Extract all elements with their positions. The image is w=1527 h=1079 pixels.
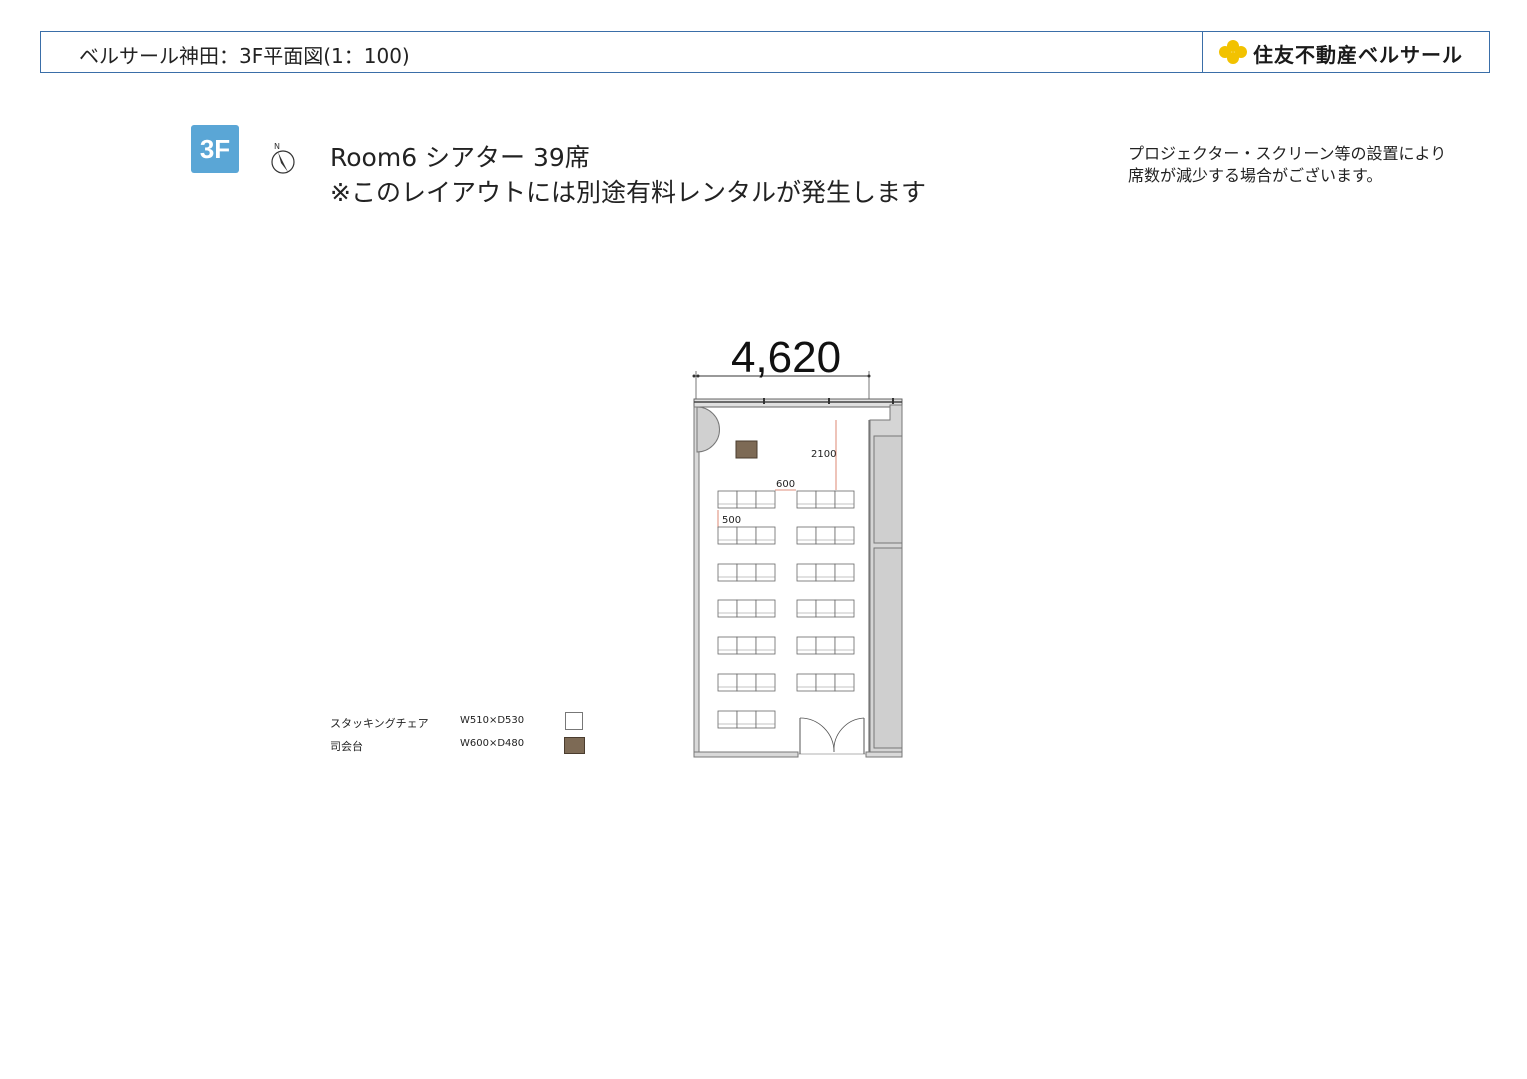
chair-icon [796, 526, 817, 545]
legend-chair-name: スタッキングチェア [330, 717, 429, 730]
chair-icon [815, 526, 836, 545]
legend-row-podium: 司会台 W600×D480 [330, 735, 600, 758]
chair-icon [755, 710, 776, 729]
dimension-2100: 2100 [811, 449, 836, 460]
chair-icon [717, 526, 738, 545]
entrance-door [798, 717, 866, 755]
chair-icon [834, 490, 855, 509]
legend-podium-size: W600×D480 [460, 738, 525, 749]
chair-icon [565, 712, 583, 730]
chair-icon [717, 673, 738, 692]
chair-icon [755, 563, 776, 582]
chair-icon [834, 526, 855, 545]
width-dimension: 4,620 2100 600 500 [692, 333, 903, 758]
chair-icon [796, 563, 817, 582]
chair-icon [755, 636, 776, 655]
legend-row-chair: スタッキングチェア W510×D530 [330, 712, 600, 735]
chair-icon [796, 636, 817, 655]
chair-icon [834, 563, 855, 582]
chair-icon [796, 599, 817, 618]
chair-icon [736, 710, 757, 729]
floor-plan: 4,620 2100 600 500 [692, 333, 903, 758]
chair-icon [717, 599, 738, 618]
chair-icon [755, 526, 776, 545]
chair-icon [755, 490, 776, 509]
chair-icon [796, 673, 817, 692]
chair-icon [736, 563, 757, 582]
width-dimension-label: 4,620 [731, 333, 841, 382]
chair-icon [834, 599, 855, 618]
chair-icon [736, 599, 757, 618]
chair-icon [815, 599, 836, 618]
chair-icon [755, 599, 776, 618]
chair-icon [736, 673, 757, 692]
legend-chair-size: W510×D530 [460, 715, 525, 726]
chair-icon [717, 490, 738, 509]
chair-icon [717, 636, 738, 655]
chair-icon [815, 563, 836, 582]
chair-icon [815, 490, 836, 509]
seating-area [717, 490, 855, 729]
legend: スタッキングチェア W510×D530 司会台 W600×D480 [330, 712, 600, 758]
chair-icon [717, 563, 738, 582]
chair-icon [815, 636, 836, 655]
chair-icon [834, 636, 855, 655]
chair-icon [755, 673, 776, 692]
legend-podium-name: 司会台 [330, 740, 363, 753]
chair-icon [834, 673, 855, 692]
chair-icon [736, 526, 757, 545]
dimension-600: 600 [776, 479, 795, 490]
spacing-dimensions: 2100 600 500 [717, 420, 836, 528]
podium-icon [564, 737, 585, 754]
chair-icon [736, 636, 757, 655]
chair-icon [796, 490, 817, 509]
podium [735, 440, 758, 459]
chair-icon [717, 710, 738, 729]
chair-icon [736, 490, 757, 509]
dimension-500: 500 [722, 515, 741, 526]
chair-icon [815, 673, 836, 692]
